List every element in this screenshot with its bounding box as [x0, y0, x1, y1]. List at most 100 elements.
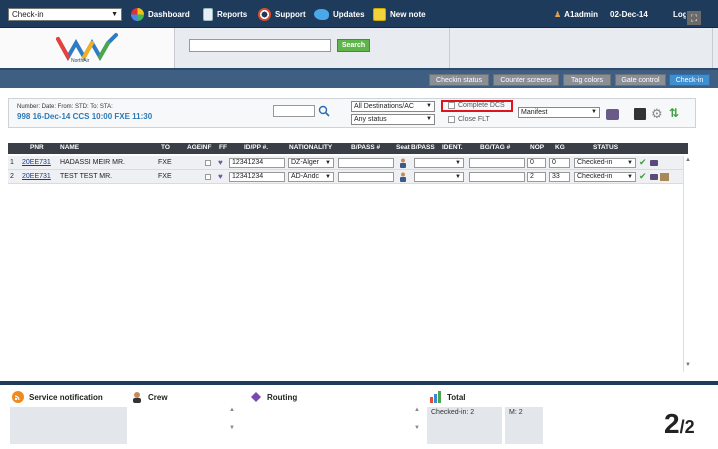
tab-checkin-status[interactable]: Checkin status	[429, 74, 489, 86]
kg-input[interactable]: 0	[549, 158, 570, 168]
checkbox[interactable]	[448, 116, 455, 123]
crew-scrollbar[interactable]: ▲ ▼	[229, 407, 237, 443]
current-user: ♟ A1admin	[554, 7, 598, 22]
kg-input[interactable]: 33	[549, 172, 570, 182]
tab-gate-control[interactable]: Gate control	[615, 74, 666, 86]
service-notification-label: Service notification	[29, 392, 103, 402]
chevron-down-icon: ▼	[426, 116, 432, 122]
total-label: Total	[447, 392, 466, 402]
crew-icon	[133, 392, 141, 403]
complete-dcs-checkbox[interactable]: Complete DCS	[448, 102, 505, 109]
checkbox[interactable]	[448, 102, 455, 109]
nav-new-note[interactable]: New note	[373, 7, 426, 22]
fullscreen-icon[interactable]: ⛶	[687, 11, 701, 25]
nav-reports[interactable]: Reports	[203, 7, 247, 22]
status-value: Checked-in	[577, 159, 613, 166]
nav-new-note-label: New note	[390, 10, 426, 19]
infant-checkbox[interactable]	[205, 160, 211, 166]
current-date: 02-Dec-14	[610, 10, 648, 19]
note-icon	[373, 8, 386, 21]
routing-scrollbar[interactable]: ▲ ▼	[414, 407, 422, 443]
search-icon[interactable]	[318, 105, 330, 117]
passenger-name: TEST TEST MR.	[60, 173, 113, 180]
chevron-down-icon: ▼	[627, 174, 633, 180]
col-kg: KG	[555, 144, 565, 151]
tab-tag-colors[interactable]: Tag colors	[563, 74, 611, 86]
table-row[interactable]: 2 20EE731 TEST TEST MR. FXE ♥ 12341234 A…	[8, 170, 688, 184]
id-pp-input[interactable]: 12341234	[229, 158, 285, 168]
nop-input[interactable]: 0	[527, 158, 546, 168]
rss-icon	[12, 391, 24, 403]
bag-icon[interactable]	[650, 160, 658, 166]
report-select[interactable]: Manifest ▼	[518, 107, 600, 118]
refresh-icon[interactable]: ⇅	[669, 107, 682, 120]
printer-icon[interactable]	[606, 109, 619, 120]
table-row[interactable]: 1 20EE731 HADASSI MEIR MR. FXE ♥ 1234123…	[8, 156, 688, 170]
checked-in-count: Checked-in: 2	[431, 409, 475, 416]
infant-checkbox[interactable]	[205, 174, 211, 180]
col-nop: NOP	[530, 144, 545, 151]
seat-map-icon[interactable]	[399, 172, 407, 182]
flight-values: 998 16-Dec-14 CCS 10:00 FXE 11:30	[17, 112, 153, 121]
seat-map-icon[interactable]	[399, 158, 407, 168]
bpass-input[interactable]	[338, 158, 394, 168]
bag-icon[interactable]	[650, 174, 658, 180]
user-icon: ♟	[554, 10, 562, 19]
nav-updates[interactable]: Updates	[314, 7, 365, 22]
destinations-select[interactable]: All Destinations/AC ▼	[351, 101, 435, 112]
scroll-down-icon[interactable]: ▼	[685, 362, 691, 368]
pnr-link[interactable]: 20EE731	[22, 173, 51, 180]
report-select-value: Manifest	[521, 109, 548, 116]
destination: FXE	[158, 159, 172, 166]
tab-check-in[interactable]: Check-in	[669, 74, 710, 86]
bpass-input[interactable]	[338, 172, 394, 182]
save-icon[interactable]	[634, 108, 646, 120]
tab-counter-screens[interactable]: Counter screens	[493, 74, 559, 86]
mode-select-value: Check-in	[12, 10, 44, 19]
routing-title: Routing	[250, 391, 297, 403]
total-title: Total	[430, 391, 466, 403]
ident-select[interactable]: ▼	[414, 158, 464, 168]
id-pp-input[interactable]: 12341234	[229, 172, 285, 182]
total-m-panel: M: 2	[505, 407, 543, 444]
status-select[interactable]: Checked-in ▼	[574, 158, 636, 168]
gear-icon[interactable]: ⚙	[651, 107, 664, 120]
nav-dashboard[interactable]: Dashboard	[131, 7, 190, 22]
pnr-link[interactable]: 20EE731	[22, 159, 51, 166]
package-icon[interactable]	[660, 173, 669, 181]
ident-select[interactable]: ▼	[414, 172, 464, 182]
scroll-up-icon[interactable]: ▲	[685, 157, 691, 163]
nav-support[interactable]: Support	[258, 7, 306, 22]
grid-scrollbar[interactable]: ▲ ▼	[683, 156, 692, 372]
crew-title: Crew	[131, 391, 168, 403]
col-bpass-2: B/PASS	[411, 144, 435, 151]
search-input[interactable]	[189, 39, 331, 52]
checkmark-icon[interactable]: ✔	[639, 157, 647, 168]
logout-link[interactable]: Logout	[673, 7, 686, 22]
logo-cell: NorthAir	[0, 28, 175, 68]
close-flt-checkbox[interactable]: Close FLT	[448, 116, 490, 123]
frequent-flyer-icon: ♥	[218, 158, 223, 167]
row-number: 1	[10, 159, 14, 166]
passenger-search-input[interactable]	[273, 105, 315, 117]
col-inf: INF	[201, 144, 212, 151]
col-bpass: B/PASS #	[351, 144, 381, 151]
status-select[interactable]: Any status ▼	[351, 114, 435, 125]
m-count: M: 2	[509, 409, 523, 416]
nationality-select[interactable]: DZ-Alger ▼	[288, 158, 334, 168]
dashboard-icon	[131, 8, 144, 21]
mode-select[interactable]: Check-in ▼	[8, 8, 122, 21]
crew-label: Crew	[148, 392, 168, 402]
checkmark-icon[interactable]: ✔	[639, 171, 647, 182]
nav-updates-label: Updates	[333, 10, 365, 19]
search-button[interactable]: Search	[337, 39, 370, 52]
col-pnr: PNR	[30, 144, 44, 151]
chevron-down-icon: ▼	[627, 160, 633, 166]
status-select[interactable]: Checked-in ▼	[574, 172, 636, 182]
nationality-select[interactable]: AD-Andc ▼	[288, 172, 334, 182]
bar-chart-icon	[430, 391, 441, 403]
bgtag-input[interactable]	[469, 158, 525, 168]
nop-input[interactable]: 2	[527, 172, 546, 182]
grid-header: PNR NAME TO AGE INF FF ID/PP #. NATIONAL…	[8, 143, 688, 154]
bgtag-input[interactable]	[469, 172, 525, 182]
